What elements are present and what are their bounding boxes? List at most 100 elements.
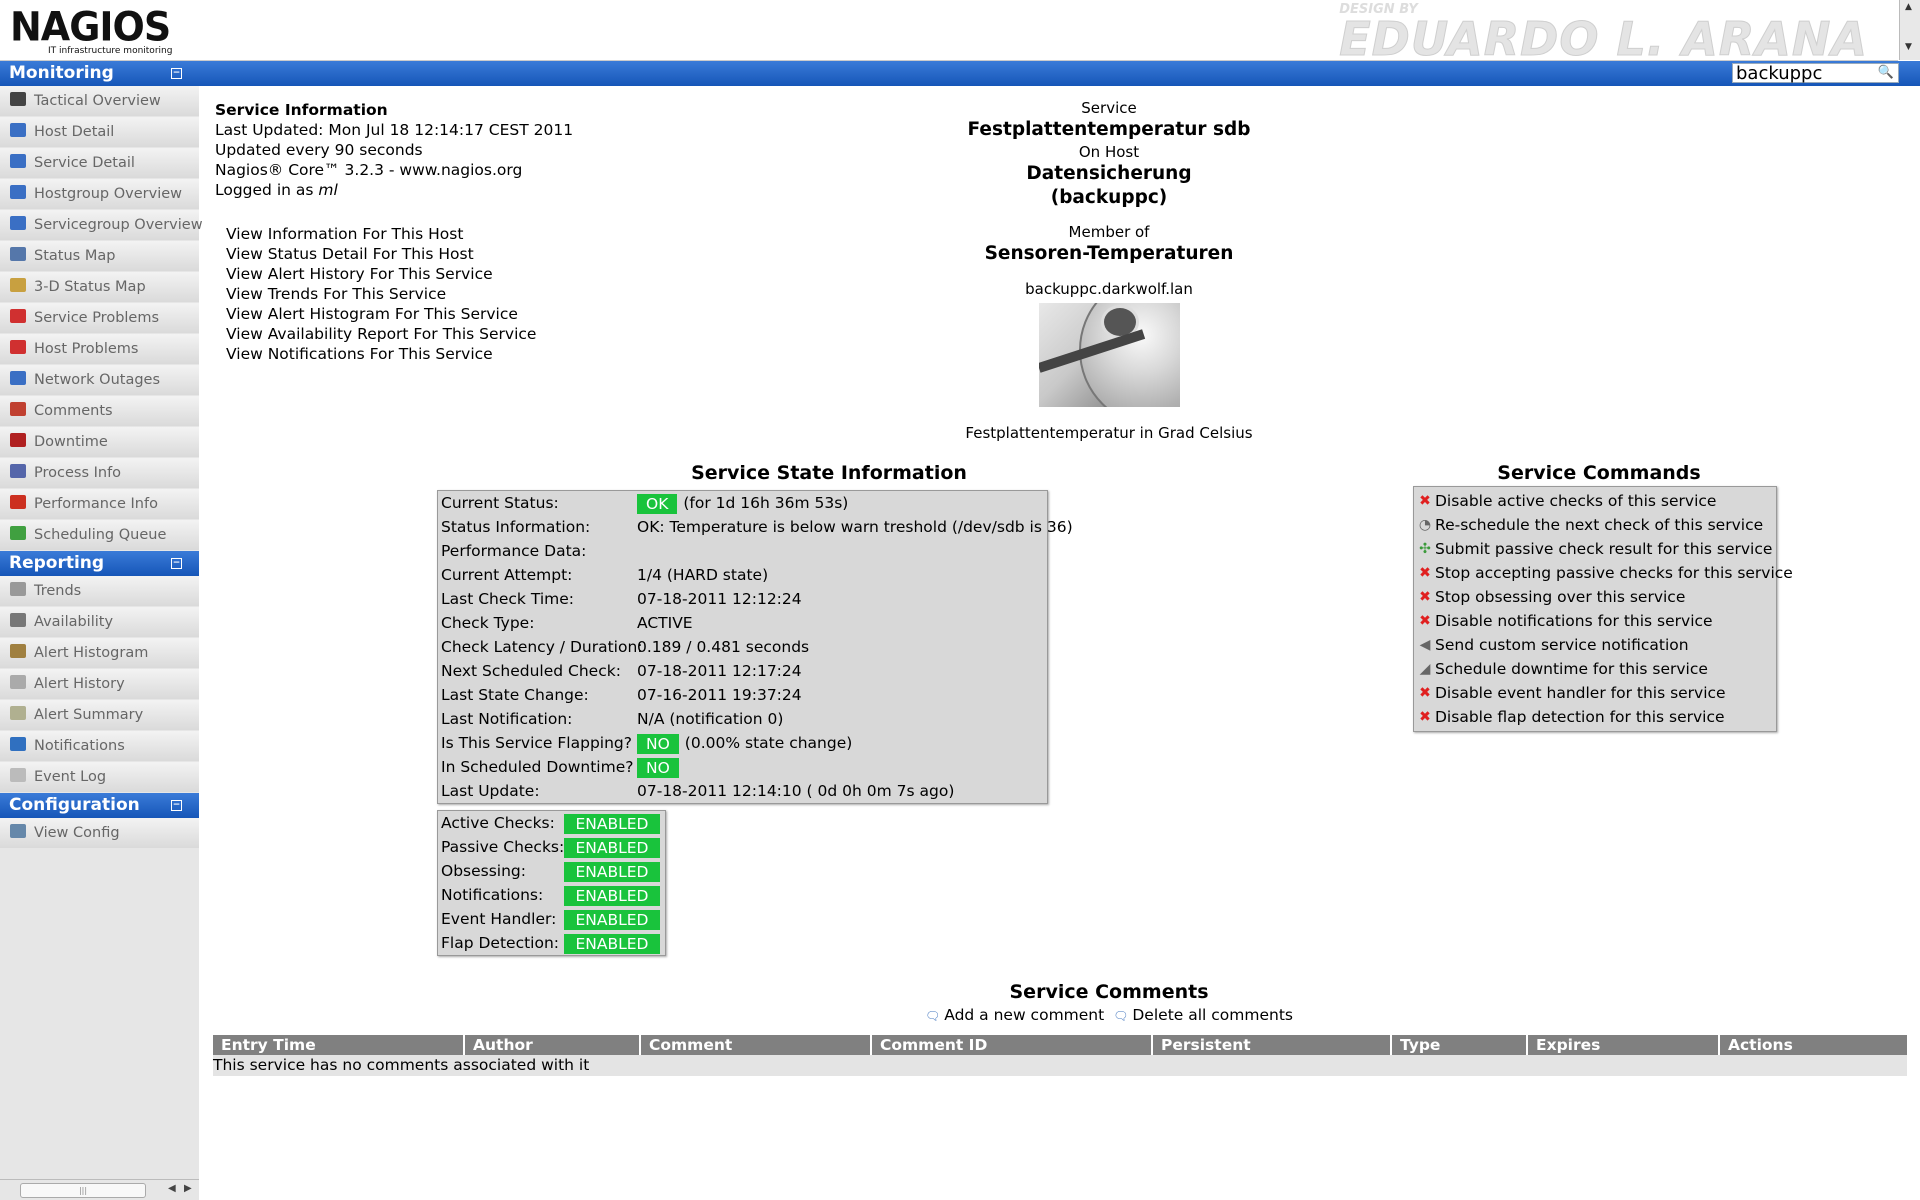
scroll-right-icon[interactable]: ▶: [184, 1183, 192, 1194]
sidebar-item-label: Tactical Overview: [34, 93, 161, 109]
view-link[interactable]: View Alert Histogram For This Service: [226, 304, 536, 324]
horizontal-scrollbar[interactable]: ||| ◀ ▶: [0, 1179, 199, 1200]
column-header[interactable]: Actions: [1718, 1035, 1907, 1055]
search-input[interactable]: [1733, 64, 1874, 83]
state-value: 07-16-2011 19:37:24: [637, 686, 802, 704]
view-config-icon: [10, 824, 26, 838]
view-link[interactable]: View Notifications For This Service: [226, 344, 536, 364]
flag-value-cell: ENABLED: [564, 811, 660, 835]
sidebar-item-alert-histogram[interactable]: Alert Histogram: [0, 638, 199, 668]
view-link[interactable]: View Trends For This Service: [226, 284, 536, 304]
column-header[interactable]: Comment ID: [870, 1035, 1151, 1055]
section-mon[interactable]: Monitoring −: [0, 61, 199, 86]
flag-value-cell: ENABLED: [564, 835, 660, 859]
collapse-icon[interactable]: −: [171, 68, 182, 79]
host-problems-icon: [10, 340, 26, 354]
state-value-cell: 07-18-2011 12:12:24: [637, 587, 802, 611]
comments-table: Entry Time Author Comment Comment ID Persist…: [213, 1035, 1907, 1076]
sidebar-item-event-log[interactable]: Event Log: [0, 762, 199, 792]
service-command-item[interactable]: ◢ Schedule downtime for this service: [1414, 657, 1776, 681]
sidebar-item-view-config[interactable]: View Config: [0, 818, 199, 848]
vertical-scrollbar[interactable]: ▲ ▼: [1899, 0, 1920, 60]
service-command-item[interactable]: ✖ Disable flap detection for this service: [1414, 705, 1776, 729]
sidebar-item-label: Status Map: [34, 248, 116, 264]
column-header[interactable]: Persistent: [1151, 1035, 1390, 1055]
state-value-cell: ACTIVE: [637, 611, 693, 635]
last-updated: Last Updated: Mon Jul 18 12:14:17 CEST 2…: [215, 121, 574, 139]
availability-icon: [10, 613, 26, 627]
service-problems-icon: [10, 309, 26, 323]
sidebar-item-scheduling-queue[interactable]: Scheduling Queue: [0, 520, 199, 550]
search-icon[interactable]: 🔍: [1878, 65, 1894, 80]
sidebar-item-notifications[interactable]: Notifications: [0, 731, 199, 761]
sidebar-item-service-detail[interactable]: Service Detail: [0, 148, 199, 178]
column-header[interactable]: Entry Time: [213, 1035, 463, 1055]
sidebar-item-label: Trends: [34, 583, 82, 599]
delete-icon: ✖: [1419, 589, 1431, 605]
service-command-item[interactable]: ✖ Stop accepting passive checks for this …: [1414, 561, 1793, 585]
service-command-item[interactable]: ◀ Send custom service notification: [1414, 633, 1776, 657]
sidebar-item-trends[interactable]: Trends: [0, 576, 199, 606]
state-value-cell: OK: Temperature is below warn treshold (…: [637, 515, 1073, 539]
sidebar-item-network-outages[interactable]: Network Outages: [0, 365, 199, 395]
nagios-logo[interactable]: NAGIOS IT infrastructure monitoring: [10, 7, 172, 56]
column-header[interactable]: Comment: [639, 1035, 870, 1055]
comments-empty-row: This service has no comments associated …: [213, 1055, 1907, 1076]
state-key: Is This Service Flapping?: [441, 734, 632, 752]
view-link[interactable]: View Alert History For This Service: [226, 264, 536, 284]
column-header[interactable]: Type: [1390, 1035, 1526, 1055]
state-value-cell: 1/4 (HARD state): [637, 563, 768, 587]
service-command-item[interactable]: ✖ Disable notifications for this service: [1414, 609, 1776, 633]
column-header[interactable]: Expires: [1526, 1035, 1718, 1055]
sidebar-item-tactical-overview[interactable]: Tactical Overview: [0, 86, 199, 116]
status-badge: NO: [637, 733, 679, 754]
sidebar-item-status-map[interactable]: Status Map: [0, 241, 199, 271]
sidebar-item-label: Alert Histogram: [34, 645, 149, 661]
scroll-down-icon[interactable]: ▼: [1905, 42, 1912, 52]
status-badge: NO: [637, 757, 679, 778]
state-value-cell: 07-18-2011 12:17:24: [637, 659, 802, 683]
scroll-left-icon[interactable]: ◀: [168, 1183, 176, 1194]
sidebar-item-hostgroup-overview[interactable]: Hostgroup Overview: [0, 179, 199, 209]
sidebar-item-servicegroup-overview[interactable]: Servicegroup Overview: [0, 210, 203, 240]
comment-actions: 🗨 Add a new comment 🗨 Delete all comments: [879, 1006, 1339, 1024]
service-command-item[interactable]: ✖ Stop obsessing over this service: [1414, 585, 1776, 609]
service-label: Service: [1081, 99, 1137, 117]
scroll-up-icon[interactable]: ▲: [1905, 2, 1912, 12]
collapse-icon[interactable]: −: [171, 558, 182, 569]
service-command-item[interactable]: ✖ Disable event handler for this service: [1414, 681, 1776, 705]
sidebar-item-alert-history[interactable]: Alert History: [0, 669, 199, 699]
sidebar-item-comments[interactable]: Comments: [0, 396, 199, 426]
section-rep[interactable]: Reporting −: [0, 551, 199, 576]
collapse-icon[interactable]: −: [171, 800, 182, 811]
sidebar-item-performance-info[interactable]: Performance Info: [0, 489, 199, 519]
sidebar-item-downtime[interactable]: Downtime: [0, 427, 199, 457]
sidebar-item-label: View Config: [34, 825, 120, 841]
view-link[interactable]: View Availability Report For This Servic…: [226, 324, 536, 344]
section-cfg[interactable]: Configuration −: [0, 793, 199, 818]
delete-icon: ✖: [1419, 685, 1431, 701]
search-box: 🔍: [1732, 63, 1899, 83]
state-key: Current Status:: [441, 494, 559, 512]
flag-row: Event Handler: ENABLED: [438, 907, 665, 931]
add-comment-link[interactable]: Add a new comment: [944, 1006, 1104, 1024]
sidebar-item-alert-summary[interactable]: Alert Summary: [0, 700, 199, 730]
sidebar-item-3-d-status-map[interactable]: 3-D Status Map: [0, 272, 199, 302]
sidebar-item-process-info[interactable]: Process Info: [0, 458, 199, 488]
state-value-cell: 0.189 / 0.481 seconds: [637, 635, 809, 659]
service-command-item[interactable]: ◔ Re-schedule the next check of this serv…: [1414, 513, 1776, 537]
sidebar-item-host-problems[interactable]: Host Problems: [0, 334, 199, 364]
view-link[interactable]: View Status Detail For This Host: [226, 244, 536, 264]
service-command-item[interactable]: ✣ Submit passive check result for this se…: [1414, 537, 1776, 561]
service-command-item[interactable]: ✖ Disable active checks of this service: [1414, 489, 1776, 513]
sidebar-item-service-problems[interactable]: Service Problems: [0, 303, 199, 333]
delete-comments-link[interactable]: Delete all comments: [1132, 1006, 1293, 1024]
sidebar-item-availability[interactable]: Availability: [0, 607, 199, 637]
sidebar-item-label: Downtime: [34, 434, 108, 450]
state-value-cell: OK (for 1d 16h 36m 53s): [637, 491, 848, 515]
downtime-icon: [10, 433, 26, 447]
view-link[interactable]: View Information For This Host: [226, 224, 536, 244]
scroll-thumb[interactable]: |||: [20, 1183, 146, 1198]
sidebar-item-host-detail[interactable]: Host Detail: [0, 117, 199, 147]
column-header[interactable]: Author: [463, 1035, 639, 1055]
